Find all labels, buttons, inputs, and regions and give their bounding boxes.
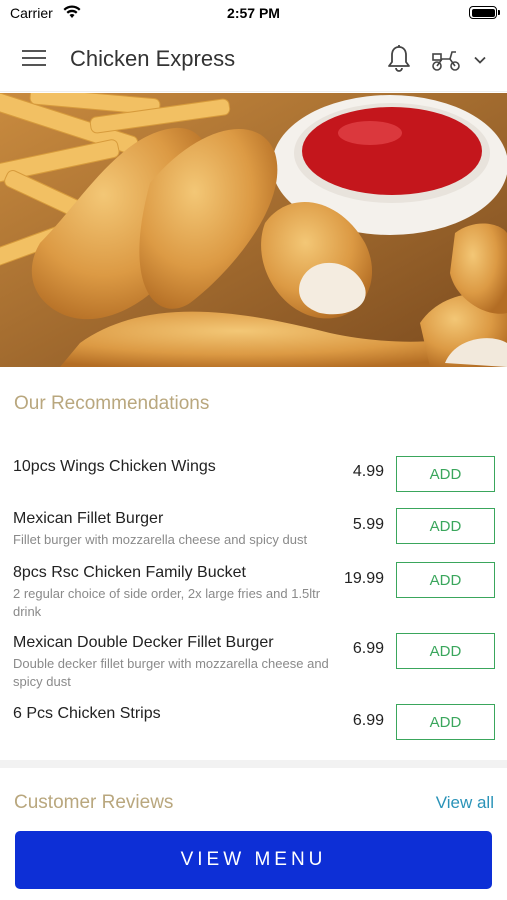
add-button[interactable]: ADD bbox=[396, 633, 495, 669]
item-price: 19.99 bbox=[343, 570, 384, 587]
add-button[interactable]: ADD bbox=[396, 456, 495, 492]
chevron-down-icon[interactable] bbox=[473, 53, 487, 67]
add-button[interactable]: ADD bbox=[396, 508, 495, 544]
section-divider bbox=[0, 760, 507, 768]
view-all-link[interactable]: View all bbox=[436, 793, 494, 813]
item-price: 6.99 bbox=[352, 640, 384, 657]
scooter-icon[interactable] bbox=[430, 48, 462, 72]
item-price: 5.99 bbox=[352, 516, 384, 533]
item-name: 6 Pcs Chicken Strips bbox=[13, 705, 161, 722]
hero-food-image bbox=[0, 93, 507, 367]
item-name: 8pcs Rsc Chicken Family Bucket bbox=[13, 564, 246, 581]
item-name: Mexican Fillet Burger bbox=[13, 510, 164, 527]
item-description: Double decker fillet burger with mozzare… bbox=[13, 656, 329, 689]
add-button[interactable]: ADD bbox=[396, 704, 495, 740]
bell-icon[interactable] bbox=[386, 44, 412, 74]
item-name: Mexican Double Decker Fillet Burger bbox=[13, 634, 274, 651]
battery-icon bbox=[469, 6, 500, 19]
view-menu-button[interactable]: VIEW MENU bbox=[15, 831, 492, 889]
status-bar: Carrier 2:57 PM bbox=[0, 0, 507, 26]
clock: 2:57 PM bbox=[227, 5, 280, 21]
item-description: Fillet burger with mozzarella cheese and… bbox=[13, 532, 308, 547]
item-price: 6.99 bbox=[352, 712, 384, 729]
item-name: 10pcs Wings Chicken Wings bbox=[13, 458, 216, 475]
item-price: 4.99 bbox=[352, 463, 384, 480]
hamburger-menu-icon[interactable] bbox=[22, 50, 48, 68]
recommendations-heading: Our Recommendations bbox=[14, 393, 210, 414]
app-header: Chicken Express bbox=[0, 26, 507, 92]
restaurant-title: Chicken Express bbox=[70, 46, 236, 71]
item-description: 2 regular choice of side order, 2x large… bbox=[13, 586, 321, 619]
add-button[interactable]: ADD bbox=[396, 562, 495, 598]
reviews-heading: Customer Reviews bbox=[14, 792, 174, 813]
